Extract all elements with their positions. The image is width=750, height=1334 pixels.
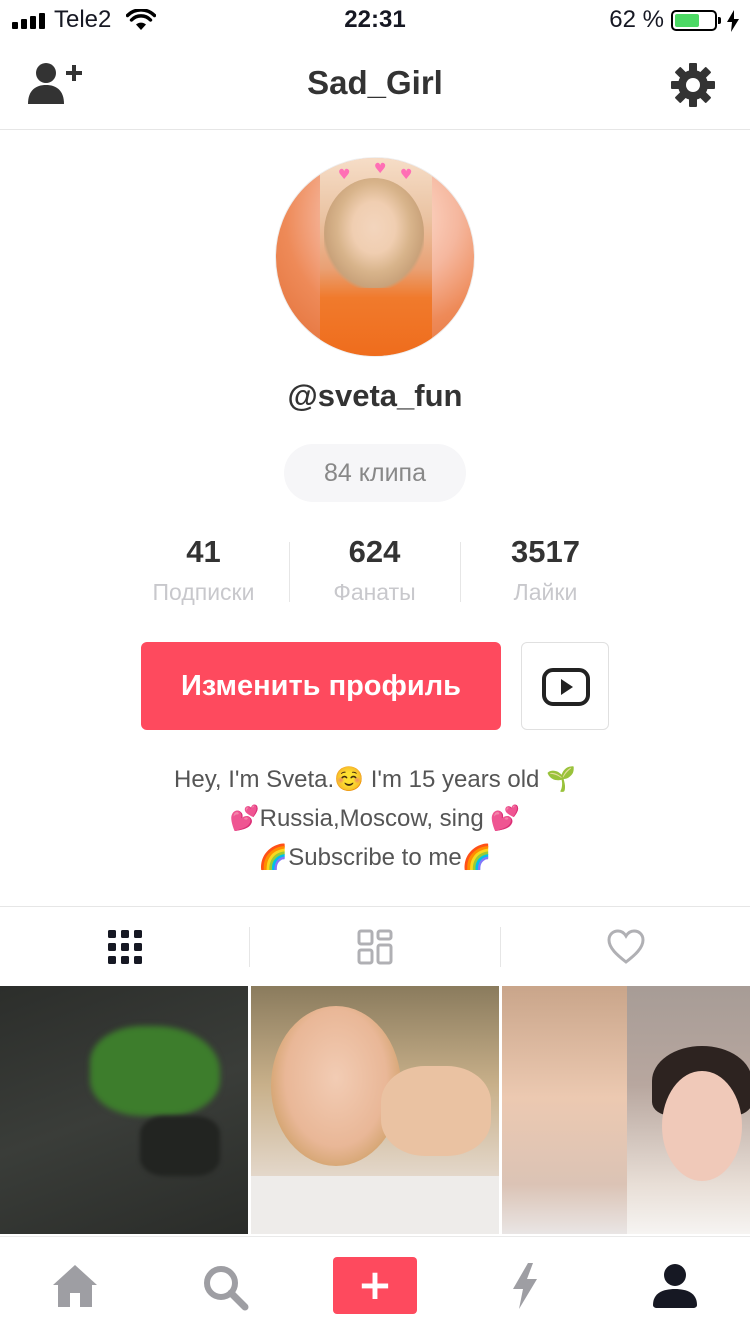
stat-likes[interactable]: 3517 Лайки — [460, 532, 631, 612]
youtube-button[interactable] — [521, 642, 609, 730]
profile-bio: Hey, I'm Sveta.☺️ I'm 15 years old 🌱 💕Ru… — [0, 760, 750, 877]
stat-following-label: Подписки — [152, 579, 255, 605]
nav-profile[interactable] — [600, 1237, 750, 1334]
battery-icon — [671, 10, 721, 31]
content-tabs — [0, 906, 750, 986]
bio-line: 🌈Subscribe to me🌈 — [258, 844, 492, 871]
profile-icon — [653, 1264, 697, 1308]
tab-collage[interactable] — [250, 907, 500, 987]
gear-icon[interactable] — [670, 62, 716, 108]
battery-percent: 62 % — [609, 6, 664, 33]
heart-icon — [607, 929, 645, 964]
username: @sveta_fun — [287, 378, 463, 413]
profile-header: Sad_Girl — [0, 40, 750, 130]
profile-stats: 41 Подписки 624 Фанаты 3517 Лайки — [118, 532, 632, 612]
stat-likes-label: Лайки — [513, 579, 578, 605]
status-bar: Tele2 22:31 62 % — [0, 0, 750, 40]
video-thumbnail[interactable] — [0, 986, 248, 1234]
avatar[interactable]: ♥ ♥ ♥ — [275, 157, 475, 357]
notifications-bolt-icon — [513, 1263, 537, 1309]
nav-home[interactable] — [0, 1237, 150, 1334]
plus-icon: + — [357, 1260, 393, 1309]
home-icon — [53, 1265, 97, 1307]
video-grid — [0, 986, 750, 1234]
grid-icon — [108, 930, 142, 964]
collage-icon — [357, 929, 393, 965]
edit-profile-button[interactable]: Изменить профиль — [141, 642, 501, 730]
stat-likes-value: 3517 — [511, 534, 580, 569]
stat-following[interactable]: 41 Подписки — [118, 532, 289, 612]
charging-bolt-icon — [727, 10, 739, 32]
nav-search[interactable] — [150, 1237, 300, 1334]
youtube-icon — [542, 668, 590, 706]
create-video-button[interactable]: + — [333, 1257, 417, 1314]
clips-count-badge: 84 клипа — [284, 444, 466, 502]
search-icon — [204, 1266, 249, 1311]
video-thumbnail[interactable] — [251, 986, 499, 1234]
stat-fans-label: Фанаты — [333, 579, 416, 605]
nav-notifications[interactable] — [450, 1237, 600, 1334]
stat-fans[interactable]: 624 Фанаты — [289, 532, 460, 612]
stat-fans-value: 624 — [348, 534, 401, 569]
stat-following-value: 41 — [186, 534, 221, 569]
bottom-nav: + — [0, 1236, 750, 1334]
bio-line: Hey, I'm Sveta.☺️ I'm 15 years old 🌱 — [174, 766, 576, 793]
page-title: Sad_Girl — [307, 64, 443, 101]
tab-videos[interactable] — [0, 907, 250, 987]
bio-line: 💕Russia,Moscow, sing 💕 — [229, 805, 521, 832]
video-thumbnail[interactable] — [502, 986, 750, 1234]
tab-liked[interactable] — [500, 907, 750, 987]
